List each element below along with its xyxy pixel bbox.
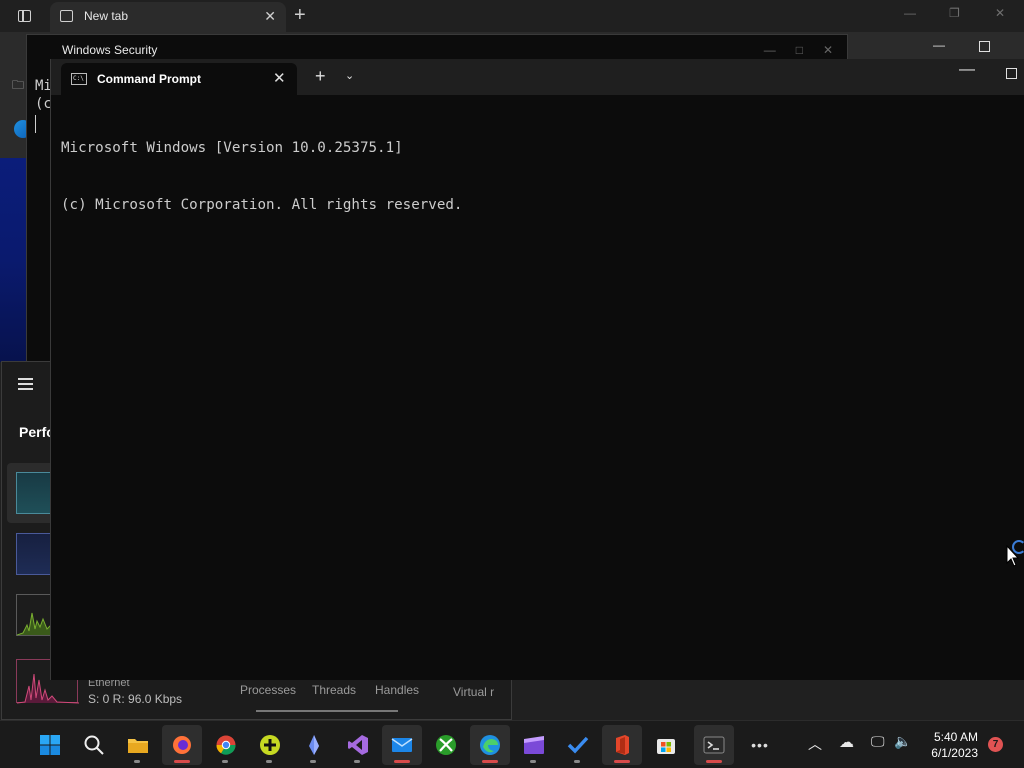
clock[interactable]: 5:40 AM 6/1/2023 [926, 729, 978, 761]
volume-icon[interactable]: 🔈 [894, 733, 911, 750]
browser-restore-button[interactable]: ❐ [949, 6, 960, 20]
terminal-icon [703, 736, 725, 754]
running-indicator [706, 760, 722, 763]
running-indicator [574, 760, 580, 763]
plus-icon[interactable]: + [294, 4, 306, 27]
running-indicator [394, 760, 410, 763]
visual-studio-icon [348, 735, 368, 755]
search-icon [84, 735, 104, 755]
maximize-button[interactable] [1006, 68, 1017, 79]
windows-logo-icon [40, 735, 60, 755]
taskbar-app[interactable] [294, 725, 334, 765]
taskbar-visual-studio[interactable] [338, 725, 378, 765]
taskbar-store[interactable] [646, 725, 686, 765]
xbox-icon [436, 735, 456, 755]
running-indicator [354, 760, 360, 763]
chevron-up-icon[interactable]: ︿ [808, 734, 822, 754]
browser-tab-new-tab[interactable]: New tab ✕ [50, 2, 286, 32]
tab-threads[interactable]: Threads [312, 683, 356, 697]
browser-tab-bar: New tab ✕ + — ❐ ✕ [0, 0, 1024, 32]
taskbar-edge[interactable] [470, 725, 510, 765]
desktop-wallpaper [0, 158, 26, 362]
terminal-output[interactable]: Microsoft Windows [Version 10.0.25375.1]… [61, 101, 462, 253]
network-icon[interactable]: 🖵 [871, 733, 885, 750]
folder-icon [128, 739, 148, 753]
new-tab-favicon-icon [60, 10, 73, 22]
taskbar-todo[interactable] [558, 725, 598, 765]
store-icon [657, 739, 675, 754]
time: 5:40 AM [933, 730, 978, 744]
tab-actions-icon [18, 10, 31, 22]
search-button[interactable] [74, 725, 114, 765]
taskbar-mail[interactable] [382, 725, 422, 765]
running-indicator [174, 760, 190, 763]
folder-icon[interactable]: 🗀 [12, 76, 24, 97]
running-indicator [482, 760, 498, 763]
text-cursor [35, 115, 36, 133]
tab-virtual-memory[interactable]: Virtual r [453, 685, 494, 699]
start-button[interactable] [30, 725, 70, 765]
mail-icon [391, 738, 413, 752]
command-prompt-icon [71, 73, 87, 85]
browser-minimize-button[interactable]: — [904, 6, 916, 20]
firefox-icon [173, 736, 191, 754]
close-icon[interactable]: ✕ [273, 69, 286, 87]
edge-icon [480, 735, 500, 755]
running-indicator [134, 760, 140, 763]
onedrive-off-icon[interactable]: ☁ [839, 733, 854, 751]
tab-handles[interactable]: Handles [375, 683, 419, 697]
clipchamp-icon [524, 736, 544, 754]
taskbar-firefox[interactable] [162, 725, 202, 765]
terminal-line: (c) Microsoft Corporation. All rights re… [61, 197, 463, 213]
browser-close-button[interactable]: ✕ [995, 6, 1005, 20]
more-icon: ••• [751, 737, 769, 753]
browser-sidebar: 🗀 [0, 68, 26, 158]
taskbar: ••• ︿ ☁ 🖵 🔈 5:40 AM 6/1/2023 7 [0, 720, 1024, 768]
horizontal-scrollbar[interactable] [256, 710, 398, 712]
date: 6/1/2023 [931, 746, 978, 760]
terminal-line: Microsoft Windows [Version 10.0.25375.1] [61, 140, 403, 156]
chrome-icon [216, 735, 236, 755]
tab-actions-button[interactable] [10, 6, 38, 26]
bg-maximize-icon[interactable] [979, 41, 990, 52]
app-icon [309, 735, 319, 755]
tab-title: Command Prompt [97, 72, 202, 86]
terminal-title-bar: Command Prompt ✕ + ⌄ — [51, 59, 1024, 95]
taskbar-file-explorer[interactable] [118, 725, 158, 765]
taskbar-plus-app[interactable] [250, 725, 290, 765]
taskbar-overflow-button[interactable]: ••• [740, 725, 780, 765]
checkmark-icon [567, 736, 589, 754]
plus-circle-icon [260, 735, 280, 755]
close-icon[interactable]: ✕ [264, 8, 276, 25]
taskbar-clipchamp[interactable] [514, 725, 554, 765]
minimize-button[interactable]: — [959, 61, 975, 79]
mouse-pointer-icon [1006, 545, 1020, 567]
window-title: Windows Security [62, 43, 158, 57]
taskbar-terminal[interactable] [694, 725, 734, 765]
running-indicator [222, 760, 228, 763]
taskbar-chrome[interactable] [206, 725, 246, 765]
command-prompt-window: Command Prompt ✕ + ⌄ — Microsoft Windows… [50, 59, 1024, 680]
ethernet-value: S: 0 R: 96.0 Kbps [88, 692, 183, 706]
browser-tab-title: New tab [84, 9, 129, 23]
taskbar-office[interactable] [602, 725, 642, 765]
running-indicator [310, 760, 316, 763]
hamburger-menu-icon[interactable] [18, 378, 34, 390]
tab-command-prompt[interactable]: Command Prompt ✕ [61, 63, 297, 95]
notification-badge[interactable]: 7 [988, 737, 1003, 752]
running-indicator [266, 760, 272, 763]
running-indicator [530, 760, 536, 763]
office-icon [616, 735, 629, 755]
tab-processes[interactable]: Processes [240, 683, 296, 697]
taskbar-xbox[interactable] [426, 725, 466, 765]
window-controls: — □ ✕ [763, 43, 833, 57]
new-tab-plus-icon[interactable]: + [315, 66, 326, 87]
running-indicator [614, 760, 630, 763]
chevron-down-icon[interactable]: ⌄ [345, 69, 354, 82]
bg-minimize-icon[interactable]: — [933, 38, 945, 52]
